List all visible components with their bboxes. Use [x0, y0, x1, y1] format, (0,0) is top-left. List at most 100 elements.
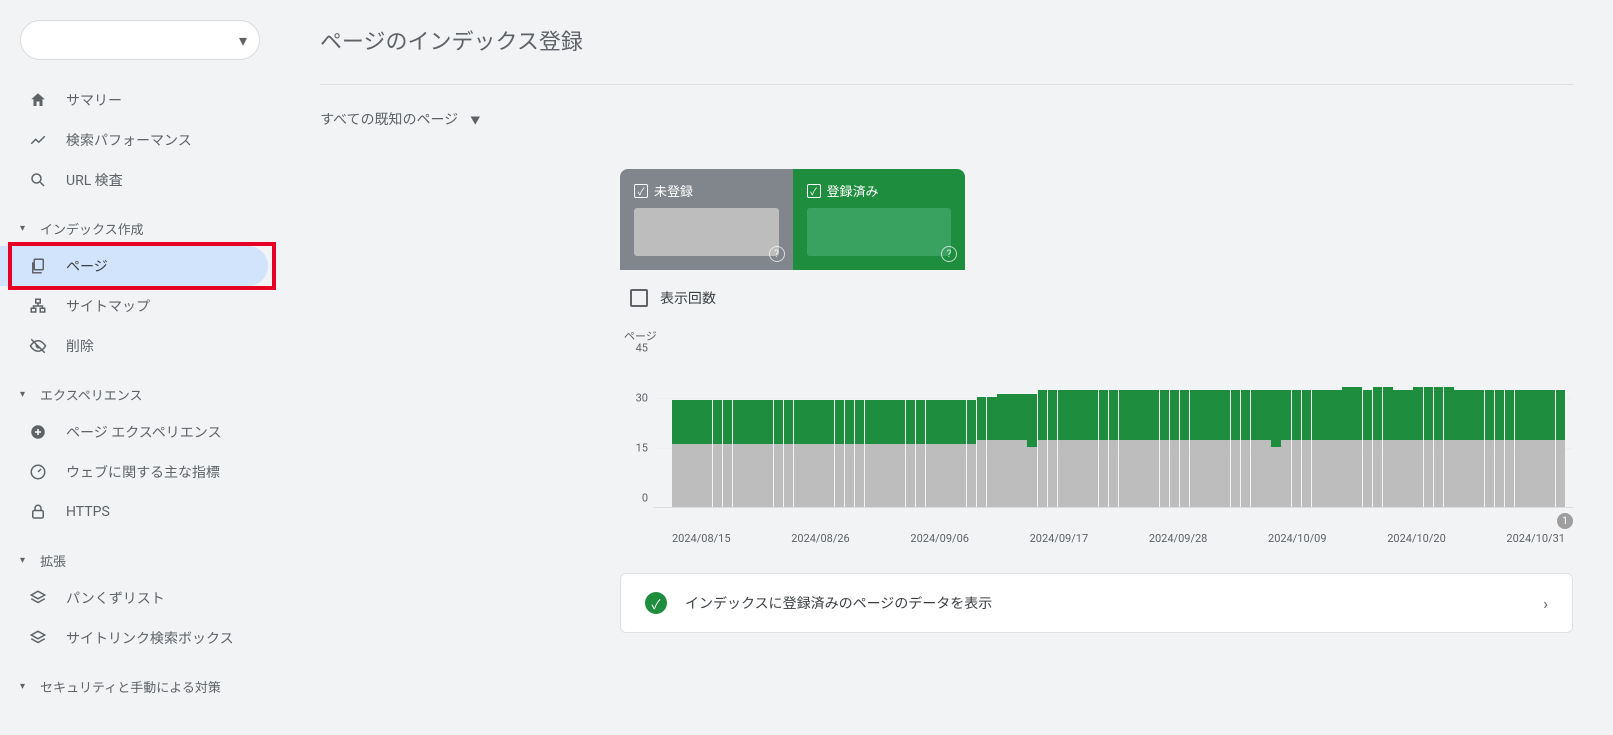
bar [702, 400, 712, 507]
gauge-icon [28, 462, 48, 482]
sidebar-item-sitelinks[interactable]: サイトリンク検索ボックス [0, 618, 268, 658]
sidebar-item-label: HTTPS [66, 504, 110, 520]
indexed-pages-card[interactable]: ✓ インデックスに登録済みのページのデータを表示 › [620, 573, 1573, 633]
chart: ページ 0153045 1 2024/08/152024/08/262024/0… [620, 328, 1573, 545]
bar [1088, 390, 1098, 507]
bar [997, 394, 1007, 507]
bar [1535, 390, 1545, 507]
bar [1160, 390, 1170, 507]
chevron-down-icon: ▾ [20, 555, 34, 566]
chevron-down-icon: ▾ [20, 389, 34, 400]
bar [1474, 390, 1484, 507]
sidebar-item-pages[interactable]: ページ [0, 246, 268, 286]
bar [936, 400, 946, 507]
sidebar-item-sitemaps[interactable]: サイトマップ [0, 286, 268, 326]
sidebar-section-label: セキュリティと手動による対策 [40, 677, 221, 696]
sidebar-item-summary[interactable]: サマリー [0, 80, 268, 120]
sidebar-item-url-inspect[interactable]: URL 検査 [0, 160, 268, 200]
bar [1281, 390, 1291, 507]
tab-indexed[interactable]: ✓ 登録済み ? [793, 169, 966, 270]
bar [855, 400, 865, 507]
sidebar-item-label: 削除 [66, 336, 94, 356]
bar [1434, 387, 1444, 507]
bar [1312, 390, 1322, 507]
bar [895, 400, 905, 507]
footer-text: インデックスに登録済みのページのデータを表示 [685, 593, 1543, 613]
tab-value-placeholder [807, 208, 952, 256]
bar [1556, 390, 1566, 507]
sidebar-item-label: URL 検査 [66, 170, 123, 190]
bar [1485, 390, 1495, 507]
bar [1292, 390, 1302, 507]
help-icon[interactable]: ? [941, 246, 957, 262]
checkbox-icon [630, 289, 648, 307]
bar [1342, 387, 1352, 507]
sidebar-section-security[interactable]: ▾ セキュリティと手動による対策 [0, 668, 280, 704]
bar [1393, 390, 1403, 507]
sidebar-item-page-experience[interactable]: ページ エクスペリエンス [0, 412, 268, 452]
bar [1322, 390, 1332, 507]
bar [1200, 390, 1210, 507]
bar [1352, 387, 1362, 507]
bar [916, 400, 926, 507]
bar [1007, 394, 1017, 507]
bar [1241, 390, 1251, 507]
bar [753, 400, 763, 507]
property-selector[interactable]: ▾ [20, 20, 260, 60]
checkbox-icon: ✓ [634, 184, 648, 198]
sidebar-section-enhance[interactable]: ▾ 拡張 [0, 542, 280, 578]
bar [682, 400, 692, 507]
sidebar-item-label: サイトマップ [66, 296, 150, 316]
bar [1495, 390, 1505, 507]
chevron-down-icon: ▼ [470, 112, 480, 127]
sidebar-item-removals[interactable]: 削除 [0, 326, 268, 366]
filter-dropdown[interactable]: すべての既知のページ ▼ [320, 109, 1573, 129]
sidebar-item-label: サマリー [66, 90, 122, 110]
bar [1363, 390, 1373, 507]
status-tabs: ✓ 未登録 ? ✓ 登録済み ? [620, 169, 965, 270]
bar [713, 400, 723, 507]
chart-bars [672, 348, 1565, 507]
sidebar-section-label: 拡張 [40, 551, 66, 570]
bar [794, 400, 804, 507]
bar [1464, 390, 1474, 507]
bar [1139, 390, 1149, 507]
x-tick: 2024/08/26 [791, 532, 850, 545]
bar [1190, 390, 1200, 507]
tab-value-placeholder [634, 208, 779, 256]
bar [865, 400, 875, 507]
bar [814, 400, 824, 507]
hidden-icon [28, 336, 48, 356]
bar [1271, 390, 1281, 507]
y-tick: 45 [636, 342, 648, 355]
sidebar-item-https[interactable]: HTTPS [0, 492, 268, 532]
sidebar-section-experience[interactable]: ▾ エクスペリエンス [0, 376, 280, 412]
bar [1525, 390, 1535, 507]
search-icon [28, 170, 48, 190]
bar [1078, 390, 1088, 507]
bar [1038, 390, 1048, 507]
sidebar-item-performance[interactable]: 検索パフォーマンス [0, 120, 268, 160]
event-marker[interactable]: 1 [1557, 513, 1573, 529]
x-tick: 2024/09/28 [1149, 532, 1208, 545]
sitemap-icon [28, 296, 48, 316]
sidebar-section-label: エクスペリエンス [40, 385, 142, 404]
impressions-toggle[interactable]: 表示回数 [620, 288, 1573, 308]
bar [1413, 387, 1423, 507]
page-title: ページのインデックス登録 [320, 24, 1573, 56]
bar [743, 400, 753, 507]
bar [1332, 390, 1342, 507]
bar [672, 400, 682, 507]
divider [320, 84, 1573, 85]
bar [1545, 390, 1555, 507]
bar [987, 397, 997, 507]
bar [906, 400, 916, 507]
sidebar-section-indexing[interactable]: ▾ インデックス作成 [0, 210, 280, 246]
tab-not-indexed[interactable]: ✓ 未登録 ? [620, 169, 793, 270]
bar [1048, 390, 1058, 507]
help-icon[interactable]: ? [769, 246, 785, 262]
chevron-right-icon: › [1543, 594, 1548, 613]
sidebar-section-label: インデックス作成 [40, 219, 144, 238]
sidebar-item-breadcrumbs[interactable]: パンくずリスト [0, 578, 268, 618]
sidebar-item-core-web-vitals[interactable]: ウェブに関する主な指標 [0, 452, 268, 492]
